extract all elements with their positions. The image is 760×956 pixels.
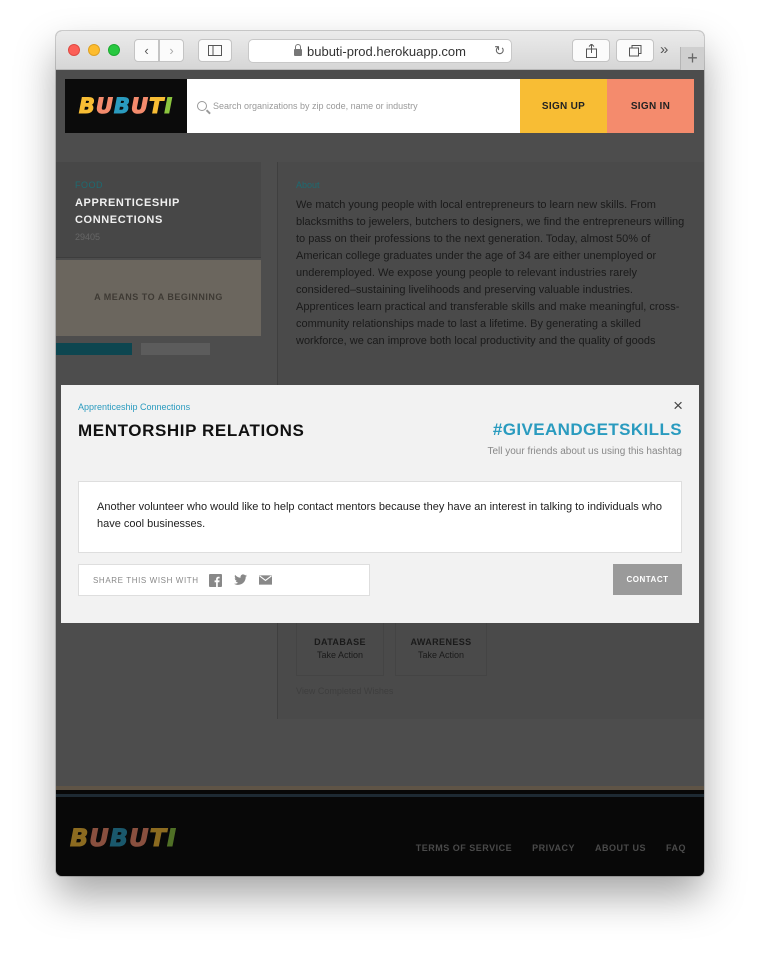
close-window-button[interactable] — [68, 44, 80, 56]
footer-link-about[interactable]: ABOUT US — [595, 843, 646, 853]
org-tab-active[interactable] — [56, 343, 132, 355]
wish-card-awareness[interactable]: AWARENESS Take Action — [395, 620, 487, 676]
footer-logo[interactable]: BUBUTI — [69, 824, 177, 853]
chevron-left-icon: ‹ — [144, 43, 149, 58]
search-icon — [197, 101, 207, 111]
logo-letter: U — [89, 824, 110, 853]
twitter-icon[interactable] — [233, 574, 247, 587]
wish-modal: Apprenticeship Connections MENTORSHIP RE… — [61, 385, 699, 623]
footer-link-terms[interactable]: TERMS OF SERVICE — [416, 843, 512, 853]
bubuti-logo[interactable]: BUBUTI — [65, 79, 187, 133]
logo-letter: U — [95, 94, 114, 119]
wish-description: Another volunteer who would like to help… — [78, 481, 682, 553]
facebook-icon[interactable] — [208, 573, 222, 587]
close-icon[interactable]: × — [673, 397, 683, 414]
wish-action: Take Action — [417, 650, 465, 660]
show-tabs-button[interactable] — [616, 39, 654, 62]
plus-icon: + — [687, 48, 698, 68]
more-toolbar-icon[interactable]: » — [660, 41, 669, 58]
email-icon[interactable] — [258, 574, 272, 587]
site-footer: BUBUTI TERMS OF SERVICE PRIVACY ABOUT US… — [56, 786, 704, 876]
logo-letter: T — [149, 824, 167, 853]
modal-org-link[interactable]: Apprenticeship Connections — [78, 402, 190, 412]
chevron-right-icon: › — [169, 43, 174, 58]
url-text: bubuti-prod.herokuapp.com — [307, 43, 466, 59]
forward-button[interactable]: › — [159, 39, 184, 62]
lock-icon — [294, 43, 302, 56]
browser-toolbar: ‹ › bubuti-prod.herokuapp.com ↻ » + — [56, 31, 704, 70]
footer-links: TERMS OF SERVICE PRIVACY ABOUT US FAQ — [416, 843, 686, 853]
wish-title: AWARENESS — [410, 637, 472, 647]
sidebar-toggle-button[interactable] — [198, 39, 232, 62]
contact-button[interactable]: CONTACT — [613, 564, 682, 595]
wish-action: Take Action — [316, 650, 364, 660]
reload-icon[interactable]: ↻ — [494, 43, 505, 59]
new-tab-button[interactable]: + — [680, 47, 704, 70]
browser-window: ‹ › bubuti-prod.herokuapp.com ↻ » + BUBU… — [56, 31, 704, 876]
logo-letter: I — [166, 824, 177, 853]
search-placeholder: Search organizations by zip code, name o… — [213, 101, 418, 111]
org-card: FOOD APPRENTICESHIP CONNECTIONS 29405 — [56, 162, 261, 258]
org-tab[interactable] — [141, 343, 210, 355]
about-text: We match young people with local entrepr… — [296, 199, 685, 347]
logo-letter: B — [113, 94, 131, 119]
sign-up-button[interactable]: SIGN UP — [520, 79, 607, 133]
address-bar[interactable]: bubuti-prod.herokuapp.com ↻ — [248, 39, 512, 63]
back-button[interactable]: ‹ — [134, 39, 159, 62]
logo-letter: U — [130, 94, 149, 119]
org-name: APPRENTICESHIP CONNECTIONS — [75, 197, 180, 226]
logo-letter: B — [78, 94, 96, 119]
about-label: About — [296, 180, 320, 190]
footer-link-privacy[interactable]: PRIVACY — [532, 843, 575, 853]
hashtag: #GIVEANDGETSKILLS — [492, 420, 682, 439]
wish-card-database[interactable]: DATABASE Take Action — [296, 620, 384, 676]
logo-letter: U — [129, 824, 150, 853]
view-completed-wishes-link[interactable]: View Completed Wishes — [296, 686, 393, 696]
logo-letter: B — [109, 824, 130, 853]
modal-title: MENTORSHIP RELATIONS — [78, 421, 305, 440]
search-input[interactable]: Search organizations by zip code, name o… — [187, 79, 520, 133]
wish-title: DATABASE — [314, 637, 366, 647]
sign-in-button[interactable]: SIGN IN — [607, 79, 694, 133]
hashtag-note: Tell your friends about us using this ha… — [487, 446, 682, 457]
tabs-icon — [628, 44, 641, 56]
logo-letter: T — [148, 94, 165, 119]
zoom-window-button[interactable] — [108, 44, 120, 56]
share-icon — [585, 43, 597, 58]
org-zip: 29405 — [75, 232, 101, 242]
minimize-window-button[interactable] — [88, 44, 100, 56]
site-header: BUBUTI Search organizations by zip code,… — [65, 79, 694, 133]
share-label: SHARE THIS WISH WITH — [93, 575, 199, 585]
banner-text: A MEANS TO A BEGINNING — [94, 292, 223, 302]
page-content: BUBUTI Search organizations by zip code,… — [56, 70, 704, 876]
share-button[interactable] — [572, 39, 610, 62]
sidebar-icon — [208, 45, 222, 56]
footer-link-faq[interactable]: FAQ — [666, 843, 686, 853]
share-bar: SHARE THIS WISH WITH — [78, 564, 370, 596]
logo-letter: I — [164, 94, 174, 119]
org-category: FOOD — [75, 180, 103, 190]
logo-letter: B — [69, 824, 90, 853]
org-banner-image: A MEANS TO A BEGINNING — [56, 260, 261, 336]
